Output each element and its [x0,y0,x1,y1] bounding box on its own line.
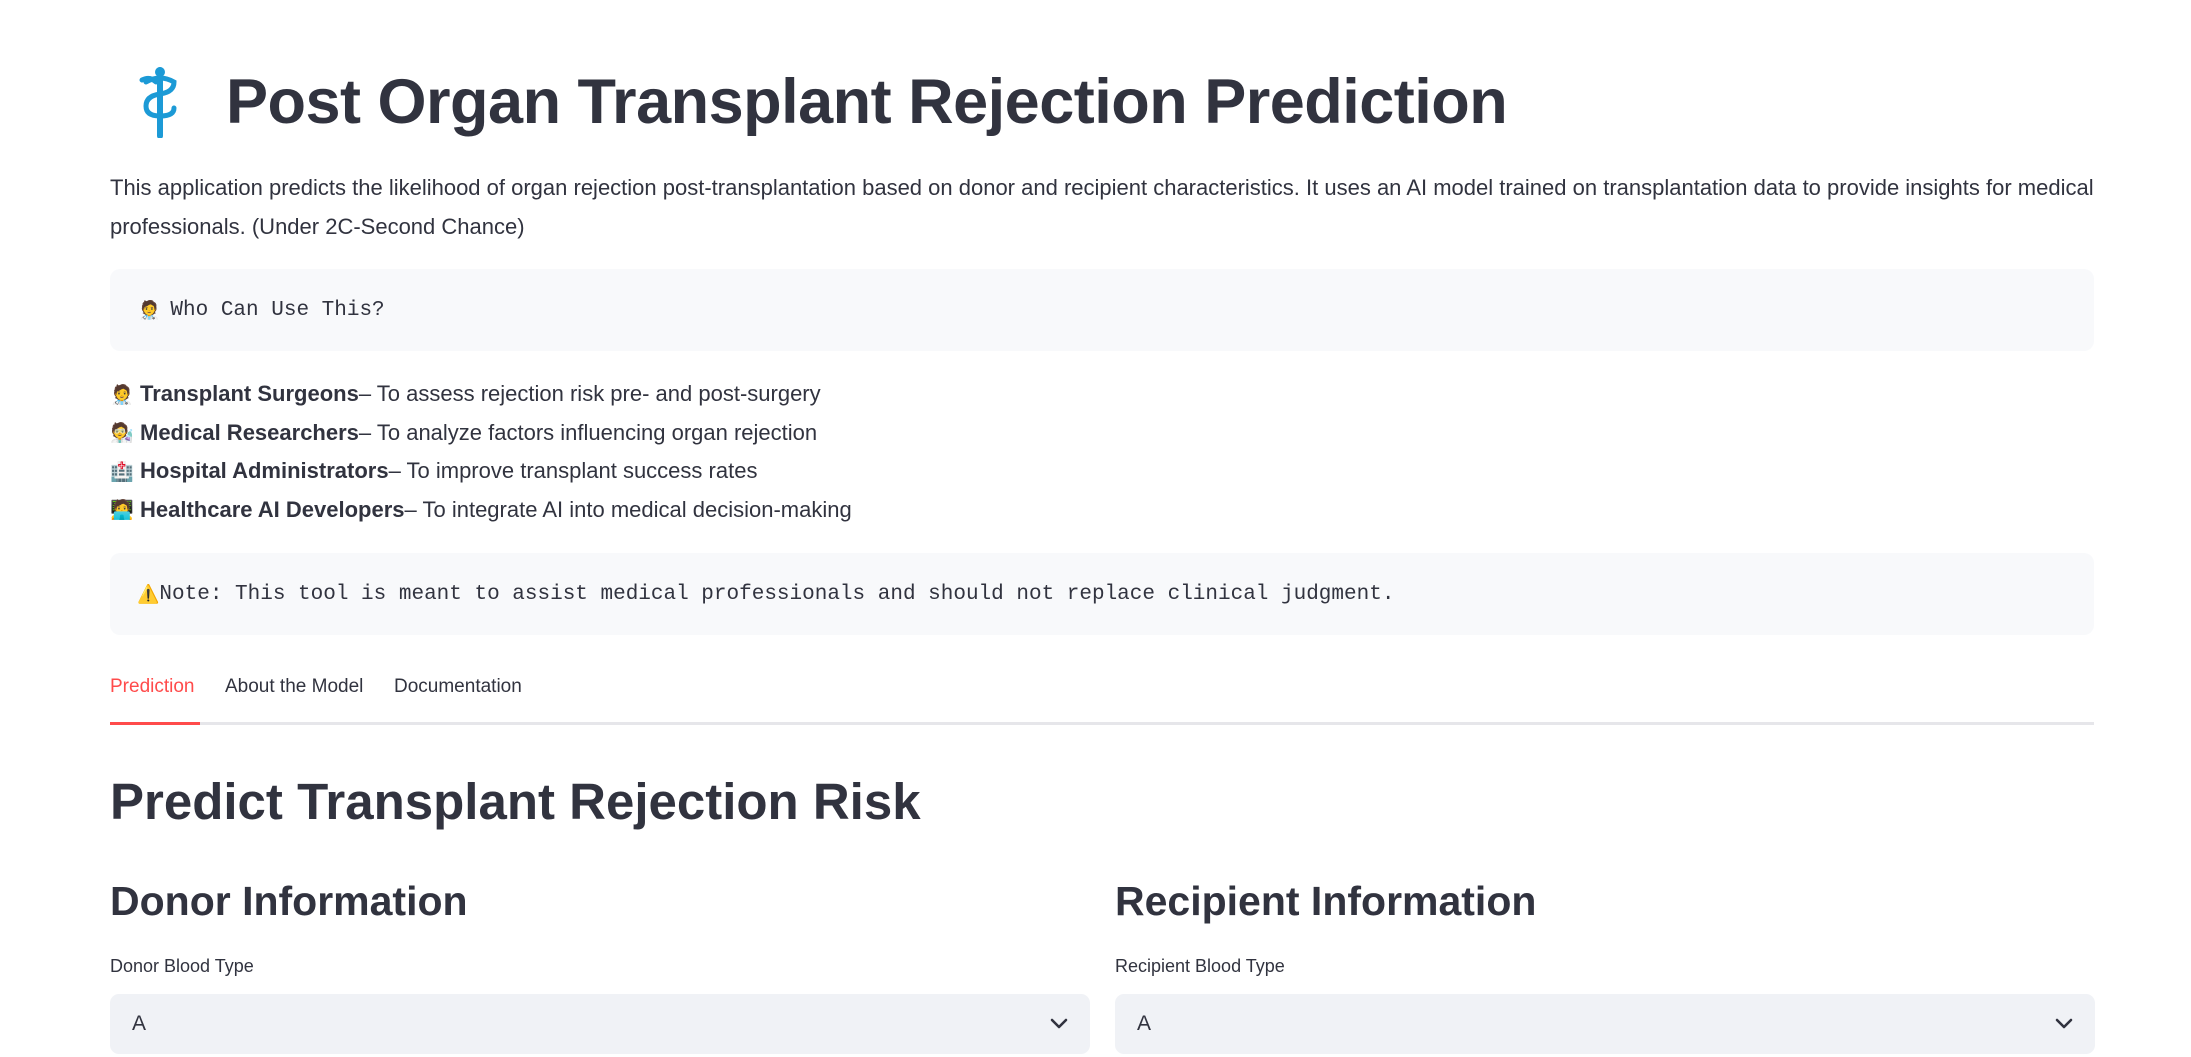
role-description: – To analyze factors influencing organ r… [358,419,818,445]
page-title: Post Organ Transplant Rejection Predicti… [226,67,1508,137]
role-name: Healthcare AI Developers [140,496,405,522]
role-description: – To assess rejection risk pre- and post… [358,381,821,407]
tab-about-the-model[interactable]: About the Model [225,676,363,698]
role-description: – To improve transplant success rates [388,458,758,484]
list-item: 🧑‍⚕️ Transplant Surgeons – To assess rej… [110,375,2094,414]
recipient-blood-type-value: A [1137,1012,1152,1035]
role-name: Transplant Surgeons [140,381,359,407]
recipient-blood-type-select[interactable]: A [1115,994,2095,1054]
active-tab-indicator [110,722,200,725]
recipient-blood-type-label: Recipient Blood Type [1115,956,1285,976]
note-text: Note: This tool is meant to assist medic… [159,582,1395,606]
role-name: Medical Researchers [140,419,359,445]
prediction-title: Predict Transplant Rejection Risk [110,773,921,830]
chevron-down-icon [1050,1018,1068,1029]
role-description: – To integrate AI into medical decision-… [404,496,852,522]
roles-list: 🧑‍⚕️ Transplant Surgeons – To assess rej… [110,375,2094,529]
donor-blood-type-select[interactable]: A [110,994,1090,1054]
tab-documentation[interactable]: Documentation [394,676,522,698]
chevron-down-icon [2055,1018,2073,1029]
hospital-icon: 🏥 [110,460,134,483]
list-item: 🧑‍🔬 Medical Researchers – To analyze fac… [110,414,2094,453]
who-can-use-box: 🧑‍⚕️ Who Can Use This? [110,269,2094,351]
health-worker-icon: 🧑‍⚕️ [110,383,134,406]
tab-prediction[interactable]: Prediction [110,676,195,698]
recipient-heading: Recipient Information [1115,878,1537,924]
donor-blood-type-value: A [132,1012,147,1035]
donor-blood-type-label: Donor Blood Type [110,956,254,976]
intro-paragraph: This application predicts the likelihood… [110,175,2094,239]
donor-heading: Donor Information [110,878,468,924]
staff-of-aesculapius-icon [128,66,192,139]
health-worker-icon: 🧑‍⚕️ [138,299,161,321]
role-name: Hospital Administrators [140,458,389,484]
technologist-icon: 🧑‍💻 [110,499,134,522]
list-item: 🧑‍💻 Healthcare AI Developers – To integr… [110,491,2094,530]
scientist-icon: 🧑‍🔬 [110,422,134,445]
list-item: 🏥 Hospital Administrators – To improve t… [110,452,2094,491]
warning-icon: ⚠️ [137,583,160,605]
page-header: Post Organ Transplant Rejection Predicti… [128,66,1508,139]
note-box: ⚠️ Note: This tool is meant to assist me… [110,553,2094,635]
tab-bar: Prediction About the Model Documentation [110,667,2094,725]
who-can-use-text: Who Can Use This? [170,298,385,322]
